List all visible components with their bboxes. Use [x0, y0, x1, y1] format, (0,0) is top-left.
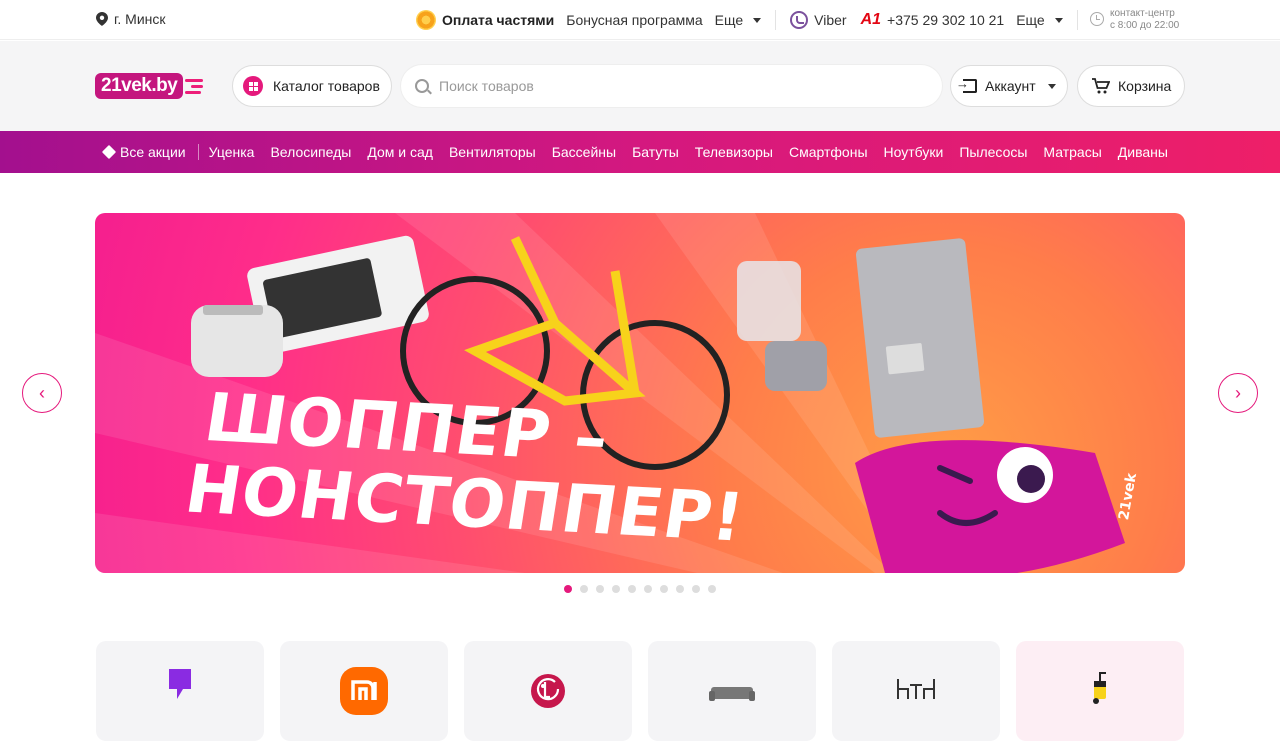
- divider: [1076, 10, 1078, 30]
- cart-icon: [1092, 78, 1110, 94]
- nav-item-fans[interactable]: Вентиляторы: [449, 144, 536, 160]
- carousel-dot-4[interactable]: [612, 585, 620, 593]
- logo-text: 21vek.by: [95, 73, 184, 99]
- banner-headline: ШОППЕР – НОНСТОППЕР!: [180, 379, 761, 557]
- bag-character-image: [855, 440, 1125, 573]
- cart-label: Корзина: [1118, 78, 1172, 94]
- nav-item-home-garden[interactable]: Дом и сад: [367, 144, 433, 160]
- carousel-dot-2[interactable]: [580, 585, 588, 593]
- fridge-image: [855, 238, 985, 438]
- toaster-image: [191, 305, 283, 377]
- carousel-dot-8[interactable]: [676, 585, 684, 593]
- bonus-program-link[interactable]: Бонусная программа: [566, 12, 702, 28]
- logo-speed-lines: [185, 78, 204, 94]
- contact-center: контакт-центр с 8:00 до 22:00: [1090, 8, 1179, 32]
- carousel-dot-1[interactable]: [564, 585, 572, 593]
- nav-item-smartphones[interactable]: Смартфоны: [789, 144, 868, 160]
- viber-icon: [790, 11, 809, 29]
- carousel-dot-10[interactable]: [708, 585, 716, 593]
- brand-tile-1[interactable]: [96, 641, 264, 741]
- brand-1-icon: [169, 669, 191, 699]
- city-selector[interactable]: г. Минск: [96, 11, 166, 27]
- site-logo[interactable]: 21vek.by: [95, 72, 204, 100]
- contact-hours: с 8:00 до 22:00: [1110, 20, 1180, 31]
- lg-icon: [531, 674, 565, 708]
- blender-image: [737, 261, 827, 391]
- nav-item-discount[interactable]: Уценка: [209, 144, 255, 160]
- nav-all-label: Все акции: [120, 144, 186, 160]
- search-bar: [401, 65, 942, 107]
- nav-item-bicycles[interactable]: Велосипеды: [270, 144, 351, 160]
- orange-slice-icon: [416, 10, 436, 30]
- chevron-right-icon: ›: [1235, 382, 1241, 403]
- phone-number: +375 29 302 10 21: [887, 12, 1005, 28]
- divider: [775, 10, 777, 30]
- grid-icon: [243, 76, 263, 96]
- nav-item-trampolines[interactable]: Батуты: [632, 144, 679, 160]
- cart-button[interactable]: Корзина: [1077, 65, 1185, 107]
- carousel-dot-5[interactable]: [628, 585, 636, 593]
- more-menu-2[interactable]: Еще: [1016, 12, 1063, 28]
- header: 21vek.by Каталог товаров Аккаунт Корзина: [0, 41, 1280, 131]
- location-pin-icon: [96, 12, 108, 26]
- bag-logo-text: 21vek: [1116, 471, 1140, 521]
- xiaomi-icon: [340, 667, 388, 715]
- divider: [197, 144, 199, 160]
- pressure-washer-icon: [1093, 672, 1106, 704]
- nav-all-promos[interactable]: Все акции: [101, 144, 186, 160]
- search-input[interactable]: [439, 78, 919, 94]
- sofa-icon: [709, 687, 755, 701]
- city-label: г. Минск: [114, 11, 166, 27]
- chevron-down-icon: [753, 17, 762, 23]
- account-label: Аккаунт: [985, 78, 1036, 94]
- installments-label: Оплата частями: [442, 12, 555, 28]
- a1-operator-icon: A1: [860, 11, 882, 28]
- carousel-dot-7[interactable]: [660, 585, 668, 593]
- brand-tile-xiaomi[interactable]: [280, 641, 448, 741]
- category-tile-patio-furniture[interactable]: [832, 641, 1000, 741]
- carousel-next-button[interactable]: ›: [1218, 373, 1258, 413]
- search-icon[interactable]: [415, 79, 429, 93]
- viber-link[interactable]: Viber: [790, 11, 847, 29]
- chevron-down-icon: [1054, 17, 1063, 23]
- promo-nav: Все акции Уценка Велосипеды Дом и сад Ве…: [0, 131, 1280, 173]
- brand-tile-lg[interactable]: [464, 641, 632, 741]
- carousel-dot-3[interactable]: [596, 585, 604, 593]
- more-label-1: Еще: [714, 12, 744, 28]
- more-menu-1[interactable]: Еще: [715, 12, 762, 28]
- top-bar: г. Минск Оплата частями Бонусная програм…: [0, 0, 1280, 40]
- nav-item-mattresses[interactable]: Матрасы: [1043, 144, 1101, 160]
- brand-tiles: [96, 641, 1184, 741]
- nav-item-pools[interactable]: Бассейны: [552, 144, 616, 160]
- carousel-prev-button[interactable]: ‹: [22, 373, 62, 413]
- tag-icon: [101, 144, 117, 160]
- chevron-left-icon: ‹: [39, 382, 45, 403]
- more-label-2: Еще: [1016, 12, 1045, 28]
- clock-icon: [1090, 12, 1104, 26]
- category-tile-pressure-washer[interactable]: [1016, 641, 1184, 741]
- chevron-down-icon: [1047, 83, 1056, 89]
- carousel-dots: [564, 585, 716, 593]
- nav-item-laptops[interactable]: Ноутбуки: [884, 144, 944, 160]
- contact-title: контакт-центр: [1110, 8, 1175, 19]
- nav-item-vacuums[interactable]: Пылесосы: [959, 144, 1027, 160]
- catalog-label: Каталог товаров: [273, 78, 380, 94]
- patio-furniture-icon: [897, 679, 935, 699]
- nav-item-sofas[interactable]: Диваны: [1118, 144, 1168, 160]
- category-tile-sofas[interactable]: [648, 641, 816, 741]
- carousel-dot-6[interactable]: [644, 585, 652, 593]
- phone-link[interactable]: A1 +375 29 302 10 21: [861, 11, 1005, 29]
- viber-label: Viber: [814, 12, 847, 28]
- carousel-dot-9[interactable]: [692, 585, 700, 593]
- nav-item-tvs[interactable]: Телевизоры: [695, 144, 773, 160]
- login-icon: [956, 76, 977, 93]
- catalog-button[interactable]: Каталог товаров: [232, 65, 392, 107]
- account-button[interactable]: Аккаунт: [950, 65, 1068, 107]
- promo-banner[interactable]: 21vek ШОППЕР – НОНСТОППЕР!: [95, 213, 1185, 573]
- installments-link[interactable]: Оплата частями: [416, 10, 554, 30]
